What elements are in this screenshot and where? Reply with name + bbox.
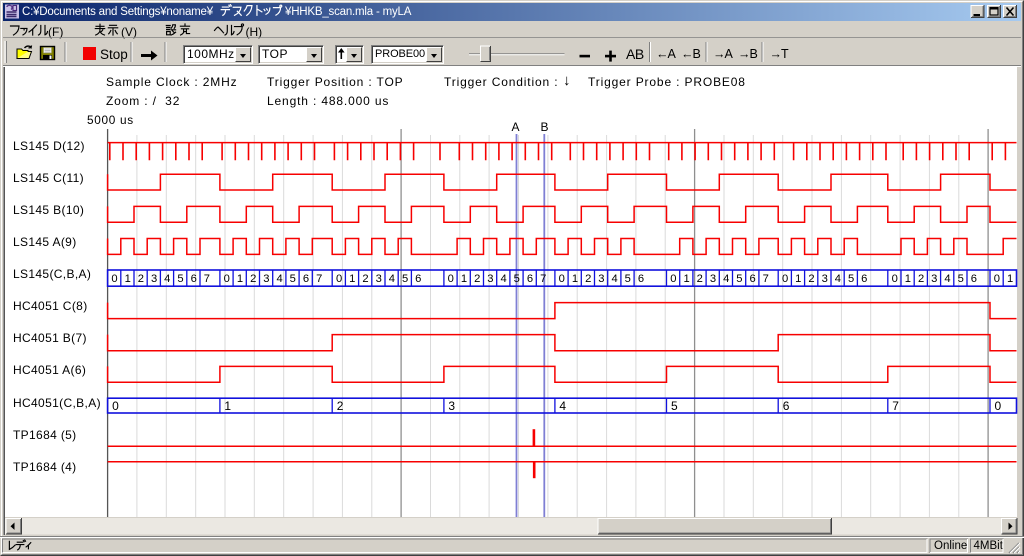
- svg-text:2: 2: [138, 273, 144, 285]
- svg-text:5: 5: [290, 273, 296, 285]
- svg-text:6: 6: [527, 273, 533, 285]
- svg-text:4: 4: [164, 273, 170, 285]
- svg-text:3: 3: [448, 399, 455, 413]
- svg-text:0: 0: [112, 399, 119, 413]
- svg-text:4: 4: [723, 273, 729, 285]
- svg-text:5: 5: [625, 273, 631, 285]
- svg-text:0: 0: [559, 273, 565, 285]
- svg-text:6: 6: [749, 273, 755, 285]
- svg-text:1: 1: [237, 273, 243, 285]
- svg-text:5: 5: [736, 273, 742, 285]
- svg-text:7: 7: [204, 273, 210, 285]
- svg-text:1: 1: [1007, 273, 1013, 285]
- svg-text:1: 1: [461, 273, 467, 285]
- svg-text:0: 0: [224, 273, 230, 285]
- svg-text:0: 0: [782, 273, 788, 285]
- svg-text:2: 2: [474, 273, 480, 285]
- svg-text:3: 3: [710, 273, 716, 285]
- svg-text:5: 5: [958, 273, 964, 285]
- svg-text:6: 6: [783, 399, 790, 413]
- svg-text:0: 0: [670, 273, 676, 285]
- svg-text:7: 7: [892, 399, 899, 413]
- svg-text:3: 3: [376, 273, 382, 285]
- svg-text:1: 1: [224, 399, 231, 413]
- svg-text:2: 2: [808, 273, 814, 285]
- svg-text:2: 2: [362, 273, 368, 285]
- svg-text:2: 2: [697, 273, 703, 285]
- svg-text:2: 2: [250, 273, 256, 285]
- svg-text:0: 0: [994, 273, 1000, 285]
- svg-text:1: 1: [349, 273, 355, 285]
- svg-text:5: 5: [514, 273, 520, 285]
- svg-text:0: 0: [111, 273, 117, 285]
- svg-text:2: 2: [585, 273, 591, 285]
- svg-text:5: 5: [177, 273, 183, 285]
- svg-text:0: 0: [336, 273, 342, 285]
- svg-text:0: 0: [995, 399, 1002, 413]
- svg-text:3: 3: [263, 273, 269, 285]
- svg-text:5: 5: [848, 273, 854, 285]
- svg-text:5: 5: [671, 399, 678, 413]
- svg-text:7: 7: [540, 273, 546, 285]
- svg-text:6: 6: [303, 273, 309, 285]
- svg-text:4: 4: [835, 273, 841, 285]
- svg-text:3: 3: [487, 273, 493, 285]
- svg-text:0: 0: [892, 273, 898, 285]
- svg-text:6: 6: [861, 273, 867, 285]
- svg-text:5: 5: [402, 273, 408, 285]
- svg-text:1: 1: [125, 273, 131, 285]
- svg-text:6: 6: [638, 273, 644, 285]
- svg-text:1: 1: [683, 273, 689, 285]
- svg-text:4: 4: [389, 273, 395, 285]
- svg-text:4: 4: [500, 273, 506, 285]
- svg-text:7: 7: [316, 273, 322, 285]
- svg-text:1: 1: [572, 273, 578, 285]
- svg-text:6: 6: [971, 273, 977, 285]
- svg-text:3: 3: [931, 273, 937, 285]
- svg-text:4: 4: [276, 273, 282, 285]
- svg-text:6: 6: [415, 273, 421, 285]
- svg-text:1: 1: [905, 273, 911, 285]
- svg-text:3: 3: [151, 273, 157, 285]
- svg-text:6: 6: [191, 273, 197, 285]
- svg-text:2: 2: [337, 399, 344, 413]
- svg-text:3: 3: [598, 273, 604, 285]
- svg-text:2: 2: [918, 273, 924, 285]
- svg-text:4: 4: [944, 273, 950, 285]
- svg-text:0: 0: [448, 273, 454, 285]
- svg-text:3: 3: [822, 273, 828, 285]
- svg-text:7: 7: [763, 273, 769, 285]
- svg-text:4: 4: [611, 273, 617, 285]
- svg-text:1: 1: [795, 273, 801, 285]
- svg-text:4: 4: [559, 399, 566, 413]
